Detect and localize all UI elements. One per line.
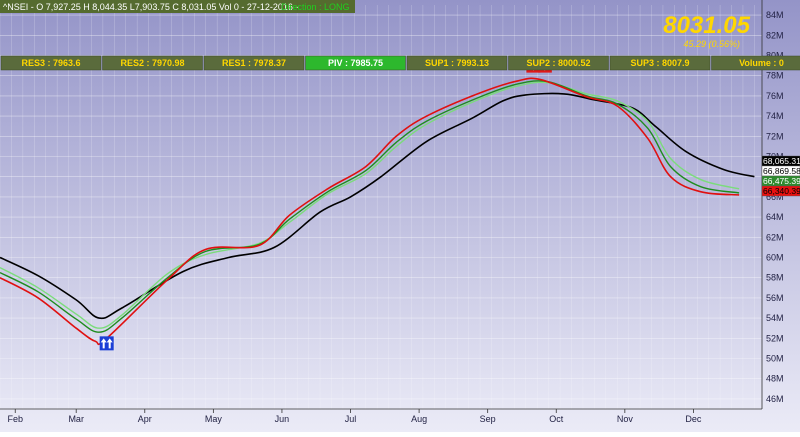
value-tag: 66,340.39: [762, 186, 800, 196]
y-tick-label: 56M: [766, 293, 784, 303]
x-tick-label: Sep: [480, 414, 496, 424]
pivot-cell: PIV : 7985.75: [306, 56, 406, 70]
value-tags: 68,065.3166,869.5866,475.3966,340.39: [762, 156, 800, 196]
y-tick-label: 58M: [766, 273, 784, 283]
pivot-cell: Volume : 0: [712, 56, 800, 70]
y-tick-label: 50M: [766, 354, 784, 364]
y-tick-label: 62M: [766, 232, 784, 242]
x-tick-label: Mar: [68, 414, 84, 424]
pivot-cell-label: Volume : 0: [739, 58, 784, 68]
x-tick-label: Apr: [138, 414, 152, 424]
direction-label: Direction : LONG: [281, 2, 350, 12]
value-tag: 66,869.58: [762, 166, 800, 176]
y-tick-label: 78M: [766, 71, 784, 81]
pivot-cell: SUP2 : 8000.52: [509, 56, 609, 70]
price-chart[interactable]: 46M48M50M52M54M56M58M60M62M64M66M68M70M7…: [0, 0, 800, 432]
value-tag-text: 66,869.58: [763, 166, 800, 176]
y-tick-label: 52M: [766, 333, 784, 343]
chart-window: 46M48M50M52M54M56M58M60M62M64M66M68M70M7…: [0, 0, 800, 432]
pivot-cell-label: SUP2 : 8000.52: [526, 58, 590, 68]
y-tick-label: 54M: [766, 313, 784, 323]
x-tick-label: Oct: [549, 414, 564, 424]
pivot-cell-label: PIV : 7985.75: [328, 58, 383, 68]
x-tick-label: May: [205, 414, 223, 424]
x-tick-label: Aug: [411, 414, 427, 424]
x-tick-label: Jul: [345, 414, 357, 424]
y-tick-label: 46M: [766, 394, 784, 404]
value-tag-text: 68,065.31: [763, 156, 800, 166]
value-tag: 66,475.39: [762, 176, 800, 186]
last-price: 8031.05: [663, 12, 750, 39]
pivot-bar: RES3 : 7963.6 RES2 : 7970.98 RES1 : 7978.3…: [1, 56, 800, 70]
x-tick-label: Nov: [617, 414, 634, 424]
pivot-cell: SUP3 : 8007.9: [610, 56, 710, 70]
x-tick-label: Jun: [275, 414, 290, 424]
signal-box: [100, 336, 114, 350]
value-tag-text: 66,475.39: [763, 176, 800, 186]
header-quote: ^NSEI - O 7,927.25 H 8,044.35 L7,903.75 …: [3, 2, 298, 12]
pivot-cell-label: RES1 : 7978.37: [222, 58, 286, 68]
y-tick-label: 82M: [766, 30, 784, 40]
y-tick-label: 60M: [766, 253, 784, 263]
pivot-cell-label: RES3 : 7963.6: [21, 58, 80, 68]
x-tick-label: Dec: [685, 414, 702, 424]
pivot-cell-label: RES2 : 7970.98: [120, 58, 184, 68]
value-tag: 68,065.31: [762, 156, 800, 166]
y-tick-label: 84M: [766, 10, 784, 20]
y-tick-label: 72M: [766, 131, 784, 141]
pivot-cell: RES3 : 7963.6: [1, 56, 101, 70]
y-tick-label: 74M: [766, 111, 784, 121]
pivot-cell-label: SUP3 : 8007.9: [630, 58, 689, 68]
y-tick-label: 76M: [766, 91, 784, 101]
x-tick-label: Feb: [7, 414, 23, 424]
pivot-cell-label: SUP1 : 7993.13: [425, 58, 489, 68]
pivot-cell: RES2 : 7970.98: [103, 56, 203, 70]
pivot-cell: SUP1 : 7993.13: [407, 56, 507, 70]
buy-signal-icon: [100, 336, 114, 350]
y-tick-label: 48M: [766, 374, 784, 384]
y-tick-label: 64M: [766, 212, 784, 222]
value-tag-text: 66,340.39: [763, 186, 800, 196]
pivot-cell: RES1 : 7978.37: [204, 56, 304, 70]
price-change: 45.29 (0.56%): [683, 39, 740, 49]
